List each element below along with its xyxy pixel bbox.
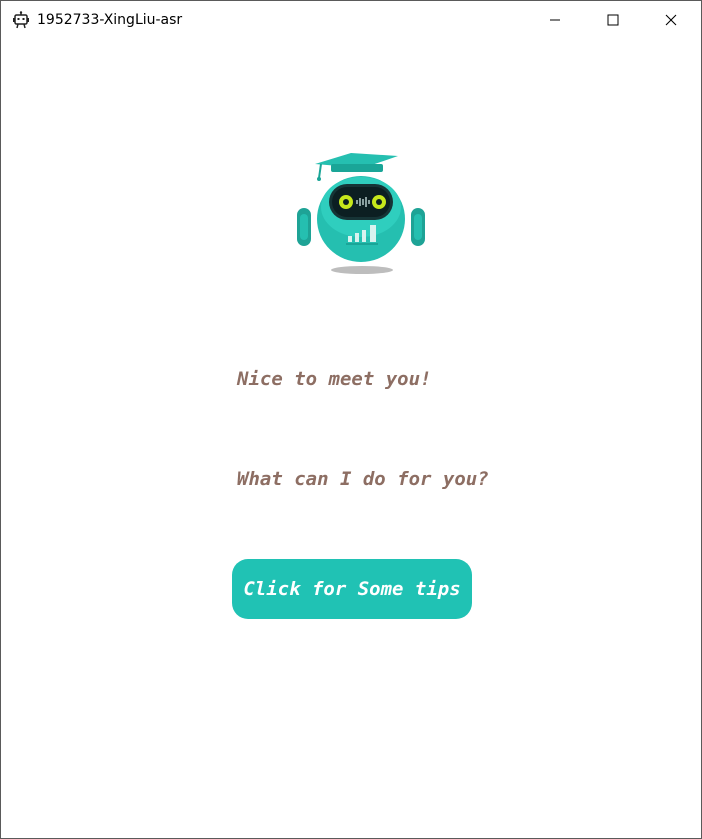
robot-icon <box>12 11 30 29</box>
maximize-button[interactable] <box>584 1 642 39</box>
tips-button-label: Click for Some tips <box>243 578 461 600</box>
app-window: 1952733-XingLiu-asr Nice to meet you! Wh… <box>0 0 702 839</box>
question-message: What can I do for you? <box>237 468 489 490</box>
main-content: Nice to meet you! What can I do for you?… <box>1 39 701 838</box>
tips-button[interactable]: Click for Some tips <box>232 559 472 619</box>
minimize-icon <box>550 19 560 21</box>
window-title: 1952733-XingLiu-asr <box>37 12 183 28</box>
close-button[interactable] <box>642 1 700 39</box>
minimize-button[interactable] <box>526 1 584 39</box>
robot-graduate-icon <box>291 144 431 276</box>
maximize-icon <box>607 14 619 26</box>
greeting-message: Nice to meet you! <box>237 368 432 390</box>
title-bar[interactable]: 1952733-XingLiu-asr <box>1 1 701 39</box>
close-icon <box>665 14 677 26</box>
